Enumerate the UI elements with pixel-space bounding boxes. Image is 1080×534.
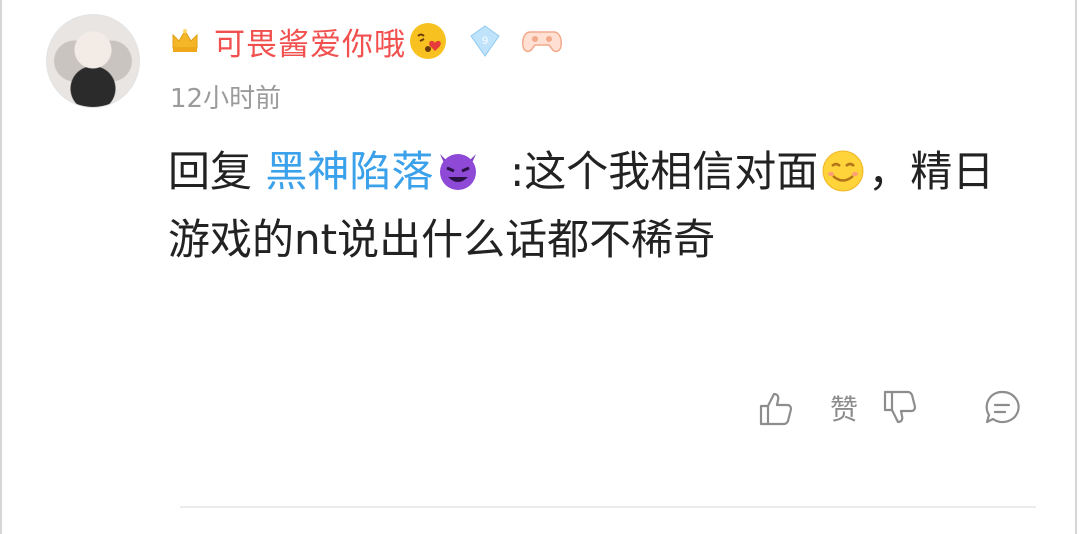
divider — [180, 506, 1036, 508]
action-bar: 赞 — [756, 388, 1022, 428]
comment-text: 回复 黑神陷落 :这个我相信对面 ，精日游戏的nt说出什么话都不稀奇 — [168, 138, 1028, 274]
thumb-down-icon[interactable] — [880, 388, 920, 428]
svg-text:9: 9 — [482, 35, 488, 47]
level-badge-icon: 9 — [470, 25, 500, 57]
comment-text-part1: :这个我相信对面 — [510, 147, 819, 196]
comment-icon[interactable] — [982, 388, 1022, 428]
game-controller-icon — [522, 31, 562, 53]
devil-emoji-icon — [440, 154, 477, 190]
reply-prefix: 回复 — [168, 147, 253, 196]
crown-icon — [172, 29, 198, 52]
like-label[interactable]: 赞 — [830, 388, 858, 428]
username[interactable]: 可畏酱爱你哦 — [214, 19, 406, 64]
name-row: 可畏酱爱你哦 9 — [170, 18, 562, 64]
kiss-emoji-icon — [410, 23, 446, 59]
smile-emoji-icon — [822, 150, 864, 192]
avatar[interactable] — [46, 14, 140, 108]
thumb-up-icon[interactable] — [756, 388, 796, 428]
reply-target-link[interactable]: 黑神陷落 — [265, 147, 433, 196]
timestamp: 12小时前 — [170, 84, 282, 114]
